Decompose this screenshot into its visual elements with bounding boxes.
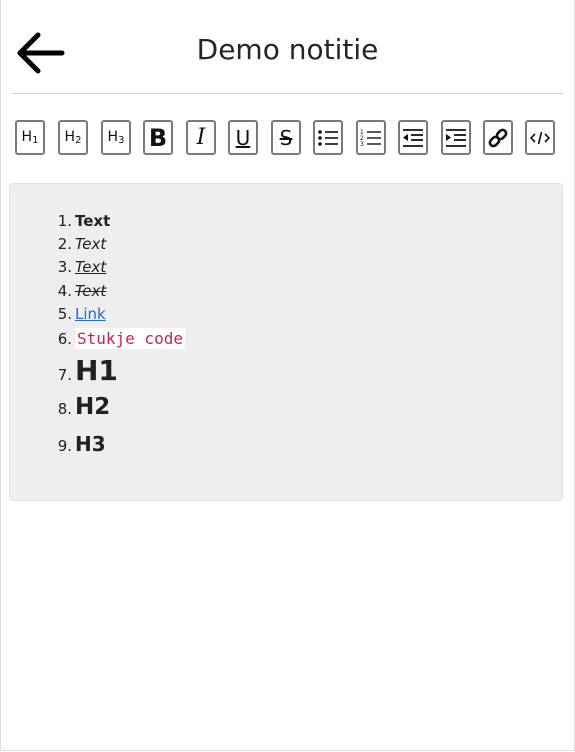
italic-icon: I [196,125,206,150]
indent-button[interactable] [441,120,471,155]
heading-2-text: H2 [75,394,111,420]
heading-2-icon: H2 [64,128,82,146]
code-text: Stukje code [75,328,185,349]
indent-icon [446,128,466,147]
heading-3-text: H3 [75,432,106,456]
page-title: Demo notitie [196,33,379,66]
list-item: 1. Text [57,212,111,230]
italic-text: Text [75,235,107,253]
header: Demo notitie [0,0,575,93]
list-item: 9. H3 [57,432,106,456]
code-icon [530,131,550,144]
list-item: 4. Text [57,282,107,300]
svg-text:3: 3 [360,141,364,148]
list-item: 3. Text [57,258,107,276]
heading-3-button[interactable]: H3 [101,120,131,155]
arrow-left-icon [17,32,65,74]
underlined-text: Text [75,258,107,276]
numbered-list: 1. Text 2. Text 3. Text 4. Text 5. Link … [52,212,185,468]
heading-1-button[interactable]: H1 [15,120,45,155]
bullet-list-button[interactable] [313,120,343,155]
outdent-icon [403,128,423,147]
bold-icon: B [148,123,168,152]
list-item: 5. Link [57,305,106,323]
italic-button[interactable]: I [186,120,216,155]
link-icon [488,128,508,147]
bullet-list-icon [318,129,338,146]
bold-text: Text [75,212,111,230]
list-item: 8. H2 [57,394,111,420]
note-editor[interactable]: 1. Text 2. Text 3. Text 4. Text 5. Link … [9,183,563,501]
outdent-button[interactable] [398,120,428,155]
numbered-list-button[interactable]: 1 2 3 [356,120,386,155]
list-item: 7. H1 [57,354,118,387]
bold-button[interactable]: B [143,120,173,155]
link-text[interactable]: Link [75,305,106,323]
list-item: 2. Text [57,235,107,253]
back-button[interactable] [14,30,66,76]
link-button[interactable] [483,120,513,155]
list-item: 6. Stukje code [57,328,185,349]
heading-3-icon: H3 [107,128,125,146]
strikethrough-text: Text [75,282,107,300]
heading-1-text: H1 [75,354,118,387]
heading-2-button[interactable]: H2 [58,120,88,155]
code-button[interactable] [525,120,555,155]
strikethrough-icon: S [279,125,293,150]
heading-1-icon: H1 [21,128,39,146]
underline-icon: U [235,125,251,150]
numbered-list-icon: 1 2 3 [360,129,381,148]
underline-button[interactable]: U [228,120,258,155]
strikethrough-button[interactable]: S [271,120,301,155]
header-divider [11,93,563,94]
